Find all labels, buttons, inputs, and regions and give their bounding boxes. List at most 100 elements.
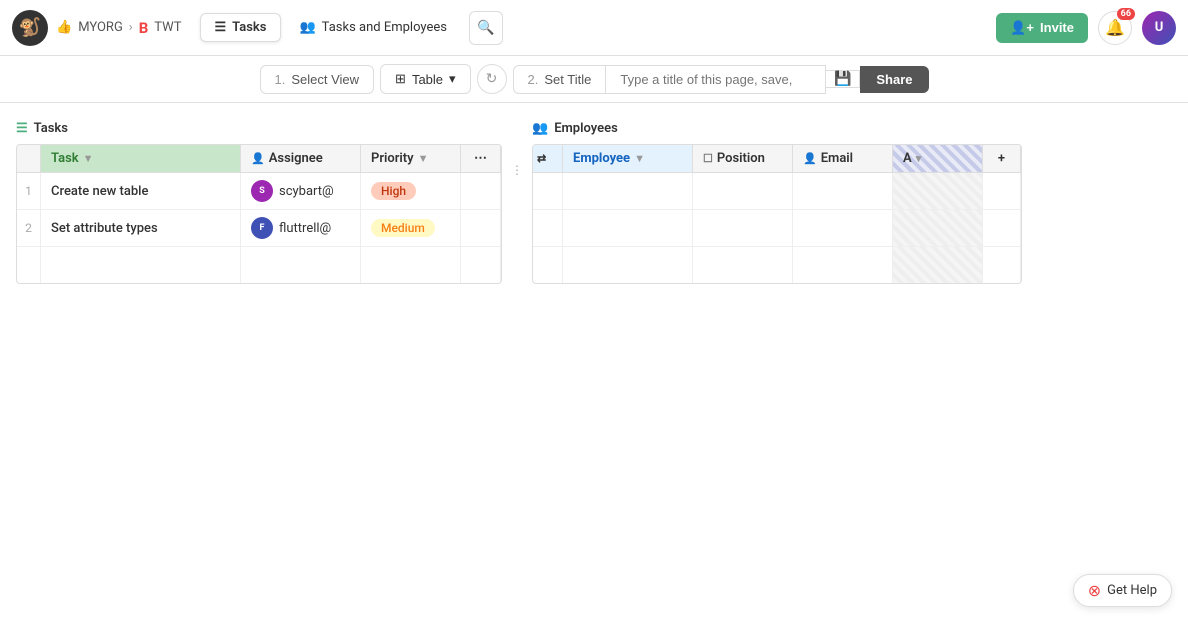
tasks-employees-tab-label: Tasks and Employees	[322, 20, 447, 35]
priority-badge-1: High	[371, 182, 416, 200]
extra-cell-3	[893, 247, 983, 283]
add-col-icon: +	[998, 151, 1005, 166]
tasks-section: ☰ Tasks Task ▼ 👤 Assignee Priority ▼	[16, 119, 502, 284]
position-col-header[interactable]: ☐ Position	[693, 145, 793, 172]
table-label: Table	[412, 72, 443, 87]
notification-badge: 66	[1117, 8, 1135, 20]
table-icon: ⊞	[395, 71, 406, 87]
more-cell-2	[461, 210, 501, 246]
employees-col-headers: ⇄ Employee ▼ ☐ Position 👤 Email A ▾	[533, 145, 1021, 173]
user-avatar[interactable]: U	[1142, 11, 1176, 45]
extra-col-header[interactable]: A ▾	[893, 145, 983, 172]
position-cell-2[interactable]	[693, 210, 793, 246]
invite-button[interactable]: 👤+ Invite	[996, 13, 1088, 43]
position-cell-1[interactable]	[693, 173, 793, 209]
notification-button[interactable]: 🔔 66	[1098, 11, 1132, 45]
employee-sort-icon: ▼	[634, 152, 645, 165]
tasks-grid: Task ▼ 👤 Assignee Priority ▼ ⋯ 1	[16, 144, 502, 284]
tab-bar: ☰ Tasks 👥 Tasks and Employees 🔍	[200, 11, 503, 45]
right-actions: 👤+ Invite 🔔 66 U	[996, 11, 1176, 45]
extra-cell-1	[893, 173, 983, 209]
tasks-section-label: Tasks	[34, 121, 68, 136]
tasks-section-header: ☰ Tasks	[16, 119, 502, 138]
employees-section: 👥 Employees ⇄ Employee ▼ ☐ Position 👤	[532, 119, 1022, 284]
extra-cell-2	[893, 210, 983, 246]
table-row: 1 Create new table S scybart@ High	[17, 173, 501, 210]
email-cell-2[interactable]	[793, 210, 893, 246]
page-title-input[interactable]	[606, 65, 826, 94]
table-row	[17, 247, 501, 283]
employee-link-cell-2	[533, 210, 563, 246]
priority-cell-2[interactable]: Medium	[361, 210, 461, 246]
employee-col-label: Employee	[573, 151, 630, 166]
save-icon[interactable]: 💾	[826, 70, 860, 88]
more-cell-1	[461, 173, 501, 209]
task-cell-1[interactable]: Create new table	[41, 173, 241, 209]
task-col-header[interactable]: Task ▼	[41, 145, 241, 172]
set-title-button[interactable]: 2. Set Title	[513, 65, 607, 94]
main-content: ☰ Tasks Task ▼ 👤 Assignee Priority ▼	[0, 103, 1188, 300]
email-cell-3[interactable]	[793, 247, 893, 283]
select-view-label: Select View	[291, 72, 359, 87]
invite-label: Invite	[1040, 20, 1074, 35]
app-logo: 🐒	[12, 10, 48, 46]
more-col-header[interactable]: ⋯	[461, 145, 501, 172]
select-view-button[interactable]: 1. Select View	[260, 65, 375, 94]
tasks-tab-label: Tasks	[232, 20, 266, 35]
tasks-employees-tab-icon: 👥	[299, 20, 315, 35]
employee-cell-1[interactable]	[563, 173, 693, 209]
email-cell-1[interactable]	[793, 173, 893, 209]
table-view-button[interactable]: ⊞ Table ▾	[380, 64, 471, 94]
org-icon: 👍	[56, 20, 72, 35]
tab-tasks[interactable]: ☰ Tasks	[200, 13, 282, 42]
task-cell-2[interactable]: Set attribute types	[41, 210, 241, 246]
priority-sort-icon: ▼	[418, 152, 429, 165]
share-button[interactable]: Share	[860, 66, 928, 93]
assignee-col-label: Assignee	[269, 151, 323, 166]
email-col-header[interactable]: 👤 Email	[793, 145, 893, 172]
priority-col-label: Priority	[371, 151, 414, 166]
task-value-2: Set attribute types	[51, 221, 158, 236]
task-cell-empty[interactable]	[41, 247, 241, 283]
project-name: TWT	[154, 20, 181, 35]
employee-link-header: ⇄	[533, 145, 563, 172]
toolbar: 1. Select View ⊞ Table ▾ ↻ 2. Set Title …	[0, 56, 1188, 103]
assignee-cell-empty	[241, 247, 361, 283]
employee-link-cell-1	[533, 173, 563, 209]
assignee-avatar-2: F	[251, 217, 273, 239]
tasks-tab-icon: ☰	[215, 20, 227, 35]
table-row	[533, 173, 1021, 210]
assignee-type-icon: 👤	[251, 152, 265, 165]
set-title-label: Set Title	[544, 72, 591, 87]
add-cell-2	[983, 210, 1021, 246]
invite-icon: 👤+	[1010, 20, 1034, 36]
get-help-button[interactable]: ⊗ Get Help	[1073, 574, 1172, 607]
priority-cell-1[interactable]: High	[361, 173, 461, 209]
assignee-cell-1[interactable]: S scybart@	[241, 173, 361, 209]
extra-sort-icon: ▾	[916, 152, 922, 165]
employee-col-header[interactable]: Employee ▼	[563, 145, 693, 172]
employee-cell-2[interactable]	[563, 210, 693, 246]
breadcrumb-arrow: ›	[129, 20, 133, 35]
tab-tasks-employees[interactable]: 👥 Tasks and Employees	[285, 14, 460, 41]
add-col-header[interactable]: +	[983, 145, 1021, 172]
search-button[interactable]: 🔍	[469, 11, 503, 45]
assignee-col-header[interactable]: 👤 Assignee	[241, 145, 361, 172]
org-breadcrumb: 👍 MYORG › B TWT	[56, 19, 182, 37]
table-row: 2 Set attribute types F fluttrell@ Mediu…	[17, 210, 501, 247]
table-row	[533, 247, 1021, 283]
refresh-button[interactable]: ↻	[477, 64, 507, 94]
position-col-label: Position	[717, 151, 765, 166]
assignee-avatar-1: S	[251, 180, 273, 202]
position-cell-3[interactable]	[693, 247, 793, 283]
employee-cell-3[interactable]	[563, 247, 693, 283]
assignee-cell-2[interactable]: F fluttrell@	[241, 210, 361, 246]
get-help-label: Get Help	[1107, 583, 1157, 598]
email-type-icon: 👤	[803, 152, 817, 165]
extra-col-label: A	[903, 151, 912, 166]
priority-col-header[interactable]: Priority ▼	[361, 145, 461, 172]
chevron-down-icon: ▾	[449, 71, 456, 87]
add-cell-1	[983, 173, 1021, 209]
row-num-3	[17, 247, 41, 283]
row-num-header	[17, 145, 41, 172]
